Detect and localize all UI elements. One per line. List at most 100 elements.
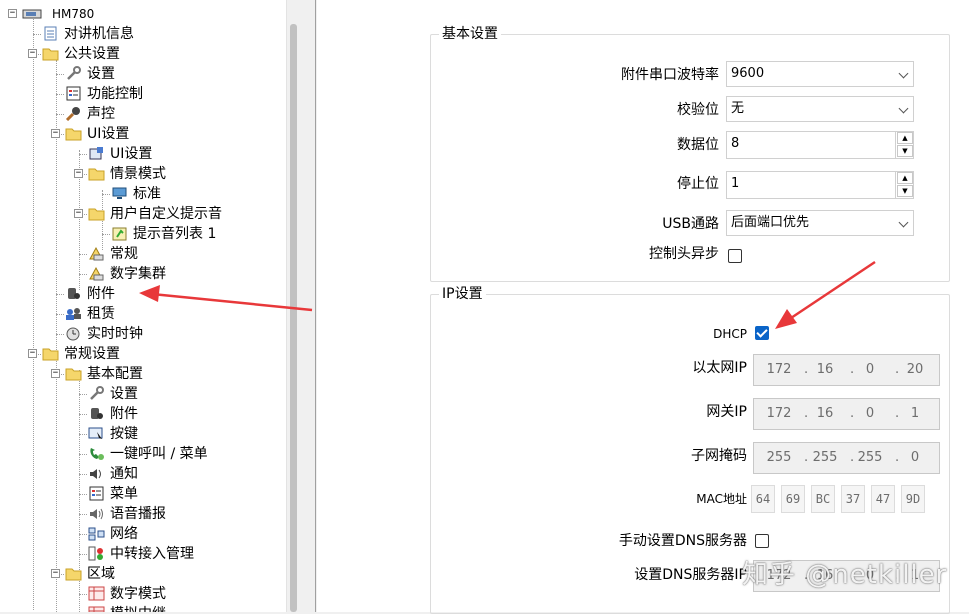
tree-connector [33, 10, 34, 610]
tree-item-label: 数字模式 [110, 586, 166, 602]
collapse-toggle[interactable]: − [28, 349, 37, 358]
tree-item-label: 附件 [87, 286, 115, 302]
chevron-down-icon [898, 103, 909, 114]
tree-scrollbar[interactable] [286, 0, 300, 612]
tree-connector [61, 574, 64, 575]
tree-connector [79, 454, 87, 455]
mac-byte: 64 [751, 485, 775, 513]
tree-connector [79, 394, 87, 395]
tree-connector [38, 54, 41, 55]
data-bits-spinner[interactable]: 8 ▲ ▼ [726, 131, 914, 159]
radio-device-icon [22, 6, 42, 21]
users-icon [65, 306, 82, 321]
tree-connector [56, 114, 64, 115]
mac-byte: 47 [871, 485, 895, 513]
mac-byte: 37 [841, 485, 865, 513]
tree-item-label: 一键呼叫 / 菜单 [110, 446, 208, 462]
data-bits-label: 数据位 [677, 137, 719, 153]
collapse-toggle[interactable]: − [74, 169, 83, 178]
ip-octet: 172 [766, 362, 792, 377]
watermark: 知乎 @netkiller [742, 560, 948, 590]
tree-connector [79, 414, 87, 415]
folder-icon [65, 366, 82, 381]
folder-icon [65, 566, 82, 581]
subnet-mask-field[interactable]: 255. 255. 255. 0 [753, 442, 940, 474]
spin-down-button[interactable]: ▼ [897, 145, 913, 157]
chevron-down-icon [898, 68, 909, 79]
collapse-toggle[interactable]: − [51, 369, 60, 378]
spin-up-button[interactable]: ▲ [897, 172, 913, 184]
tree-scrollbar-thumb[interactable] [290, 24, 297, 612]
tree-connector [56, 94, 64, 95]
data-bits-value: 8 [731, 136, 740, 151]
collapse-toggle[interactable]: − [74, 209, 83, 218]
tree-connector [56, 314, 64, 315]
relay-icon [88, 546, 105, 561]
tree-item-label: 设置 [87, 66, 115, 82]
stop-bits-spinner[interactable]: 1 ▲ ▼ [726, 171, 914, 199]
usb-path-select[interactable]: 后面端口优先 [726, 210, 914, 236]
tree-connector [79, 534, 87, 535]
collapse-toggle[interactable]: − [51, 129, 60, 138]
gateway-ip-label: 网关IP [706, 404, 747, 420]
dhcp-checkbox[interactable] [755, 326, 769, 340]
mac-address-label: MAC地址 [696, 492, 747, 506]
spin-down-button[interactable]: ▼ [897, 185, 913, 197]
microphone-icon [65, 106, 82, 122]
collapse-toggle[interactable]: − [8, 9, 17, 18]
collapse-toggle[interactable]: − [51, 569, 60, 578]
tree-item-label: 租赁 [87, 306, 115, 322]
stop-bits-value: 1 [731, 176, 740, 191]
collapse-toggle[interactable]: − [28, 49, 37, 58]
tree-item-label: 区域 [87, 566, 115, 582]
control-head-async-checkbox[interactable] [728, 249, 742, 263]
network-icon [88, 526, 105, 541]
folder-icon [88, 206, 105, 221]
tree-item-label: 数字集群 [110, 266, 166, 282]
ip-octet: 0 [865, 362, 875, 377]
panel-splitter[interactable] [300, 0, 316, 612]
wrench-icon [65, 66, 82, 81]
audio-icon [88, 506, 105, 521]
tree-connector [79, 254, 87, 255]
manual-dns-label: 手动设置DNS服务器 [618, 533, 747, 549]
tree-item-label: UI设置 [110, 146, 153, 162]
ip-octet: 0 [910, 450, 920, 465]
ethernet-ip-label: 以太网IP [692, 360, 747, 376]
tree-connector [56, 294, 64, 295]
clock-icon [65, 326, 82, 341]
tree-item-label: 公共设置 [64, 46, 120, 62]
tree-connector [56, 334, 64, 335]
ip-octet: 16 [816, 406, 834, 421]
tree-connector [61, 134, 64, 135]
ip-octet: 255 [812, 450, 838, 465]
manual-dns-checkbox[interactable] [755, 534, 769, 548]
ethernet-ip-field[interactable]: 172. 16. 0. 20 [753, 354, 940, 386]
tree-item-label: 用户自定义提示音 [110, 206, 222, 222]
phone-icon [88, 446, 105, 461]
scale-icon [88, 246, 105, 261]
tree-connector [84, 214, 87, 215]
tree-item-label: 按键 [110, 426, 138, 442]
tree-item-label: 常规 [110, 246, 138, 262]
mac-byte: 9D [901, 485, 925, 513]
tree-item-label: 对讲机信息 [64, 26, 134, 42]
tree-connector [61, 374, 64, 375]
ip-settings-title: IP设置 [439, 284, 486, 304]
tree-item-label: 通知 [110, 466, 138, 482]
music-note-icon [111, 226, 128, 241]
baud-rate-select[interactable]: 9600 [726, 61, 914, 87]
scale-icon [88, 266, 105, 281]
parity-select[interactable]: 无 [726, 96, 914, 122]
gateway-ip-field[interactable]: 172. 16. 0. 1 [753, 398, 940, 430]
list-icon [65, 86, 82, 101]
accessory-icon [88, 406, 105, 421]
folder-icon [42, 46, 59, 61]
tree-connector [79, 154, 87, 155]
mac-byte: BC [811, 485, 835, 513]
tree-item-label: 功能控制 [87, 86, 143, 102]
spin-up-button[interactable]: ▲ [897, 132, 913, 144]
grid-icon [88, 606, 105, 612]
tree-connector [102, 194, 110, 195]
ui-settings-icon [88, 146, 105, 161]
